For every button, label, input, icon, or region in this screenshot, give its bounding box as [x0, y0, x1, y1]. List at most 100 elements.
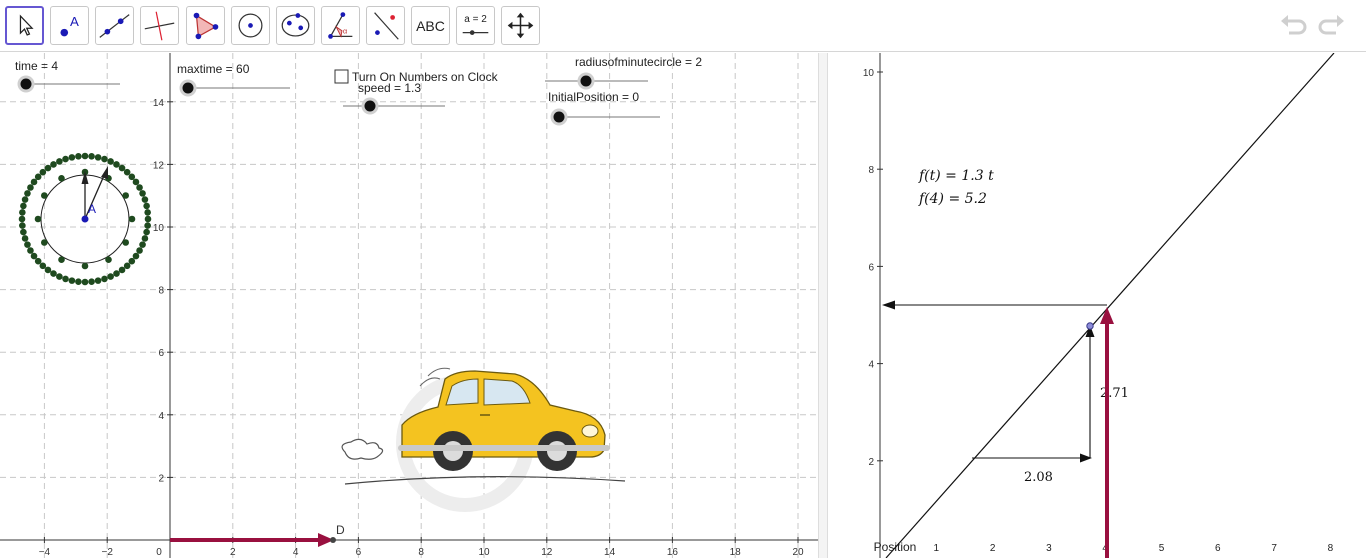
minute-dot	[118, 266, 126, 274]
slider-initialposition[interactable]: InitialPosition = 0	[548, 90, 660, 126]
x-tick-label: 2	[990, 543, 996, 554]
minute-dot	[50, 161, 57, 168]
minute-dot	[132, 252, 140, 260]
graphics-view-2[interactable]: Position12345678 246810 2.08 2.71 f(t) =…	[828, 53, 1366, 558]
minute-dot	[141, 235, 149, 242]
perpendicular-line-tool-button[interactable]	[140, 6, 179, 45]
point-tool-button[interactable]: A	[50, 6, 89, 45]
minute-dot	[113, 161, 120, 168]
slider-tool-button[interactable]: a = 2	[456, 6, 495, 45]
minute-dot	[68, 277, 76, 284]
reflect-icon	[374, 12, 399, 40]
x-tick-label: 3	[1046, 543, 1052, 554]
point-d-label: D	[336, 523, 345, 537]
slider-initial-label: InitialPosition = 0	[548, 90, 639, 104]
minute-dot	[143, 228, 150, 236]
slider-icon	[462, 30, 489, 35]
redo-button[interactable]	[1316, 12, 1346, 40]
minute-dot	[132, 178, 140, 186]
slider-radius-label: radiusofminutecircle = 2	[575, 55, 702, 69]
x-tick-label: 8	[418, 547, 424, 558]
y-tick-label: 2	[158, 473, 164, 484]
x-tick-label: 1	[934, 543, 940, 554]
function-value-text: f(4) = 5.2	[918, 191, 987, 207]
x-tick-label: 20	[792, 547, 804, 558]
x-tick-label: −4	[39, 547, 51, 558]
hour-dot	[34, 215, 42, 223]
minute-dot	[136, 247, 143, 254]
minute-dot	[128, 173, 136, 181]
minute-dot	[144, 209, 151, 216]
clock: A	[18, 152, 152, 286]
minute-dot	[81, 278, 89, 286]
minute-dot	[94, 277, 102, 284]
slider-time-label: time = 4	[15, 59, 58, 73]
x-tick-label: 2	[230, 547, 236, 558]
ellipse-tool-button[interactable]	[276, 6, 315, 45]
clock-center-point[interactable]	[81, 215, 89, 223]
minute-dot	[136, 184, 143, 191]
line-tool-button[interactable]	[95, 6, 134, 45]
circle-tool-button[interactable]	[231, 6, 270, 45]
hour-dot	[58, 256, 65, 264]
minute-dot	[141, 196, 149, 203]
minute-dot	[21, 235, 29, 242]
minute-dot	[101, 275, 108, 283]
text-tool-label: ABC	[416, 18, 445, 34]
position-vertical-arrowhead	[1100, 307, 1114, 324]
minute-dot	[30, 252, 38, 260]
clock-center-label: A	[88, 202, 96, 216]
minute-dot	[81, 152, 89, 160]
x-tick-label: 10	[478, 547, 490, 558]
angle-tool-button[interactable]: α	[321, 6, 360, 45]
cursor-arrow-icon	[19, 14, 34, 36]
x-tick-label: −2	[101, 547, 113, 558]
function-text: f(t) = 1.3 t	[918, 168, 994, 184]
angle-icon: α	[328, 12, 353, 39]
minute-dot	[34, 173, 42, 181]
x-tick-label: 6	[356, 547, 362, 558]
minute-dot	[68, 154, 76, 161]
minute-dot	[101, 155, 108, 163]
svg-text:α: α	[343, 27, 348, 36]
text-tool-button[interactable]: ABC	[411, 6, 450, 45]
slope-rise-label: 2.71	[1100, 386, 1129, 401]
x-tick-label: 4	[293, 547, 299, 558]
minute-dot	[139, 190, 146, 197]
x-tick-label: 5	[1159, 543, 1165, 554]
minute-dot	[62, 275, 69, 283]
minute-dot	[123, 262, 131, 270]
y-tick-label: 10	[863, 68, 875, 79]
minute-dot	[88, 153, 95, 160]
hour-dot	[40, 192, 48, 199]
minute-dot	[113, 270, 120, 277]
minute-hand-arrowhead	[101, 166, 108, 179]
move-tool-button[interactable]	[5, 6, 44, 45]
minute-dot	[20, 202, 27, 210]
undo-button[interactable]	[1279, 12, 1309, 40]
move-graphics-view-button[interactable]	[501, 6, 540, 45]
minute-dot	[39, 168, 47, 176]
svg-text:A: A	[70, 14, 79, 29]
ellipse-icon	[281, 13, 310, 37]
minute-dot	[19, 222, 26, 229]
minute-dot	[30, 178, 38, 186]
point-d[interactable]	[330, 537, 336, 543]
view-divider[interactable]	[818, 53, 828, 558]
minute-dot	[24, 241, 31, 248]
line-through-points-icon	[99, 14, 130, 38]
polygon-tool-button[interactable]	[186, 6, 225, 45]
minute-dot	[19, 209, 26, 216]
graphics-view-1[interactable]: −4 −2 0 2 4 6 8 10 12 14 16 18 20 2 4 6 8 10 12 14 A time …	[0, 53, 818, 558]
x-tick-labels: Position12345678	[874, 540, 1334, 554]
slider-time[interactable]: time = 4	[15, 59, 120, 93]
x-tick-label: 14	[604, 547, 616, 558]
point-on-function[interactable]	[1086, 322, 1094, 330]
minute-dot	[44, 266, 52, 274]
minute-dot	[107, 158, 114, 165]
minute-dot	[118, 164, 126, 172]
reflect-tool-button[interactable]	[366, 6, 405, 45]
slider-maxtime[interactable]: maxtime = 60	[177, 62, 290, 97]
slider-radiusofminutecircle[interactable]: radiusofminutecircle = 2	[545, 55, 702, 90]
minute-dot	[107, 273, 114, 280]
